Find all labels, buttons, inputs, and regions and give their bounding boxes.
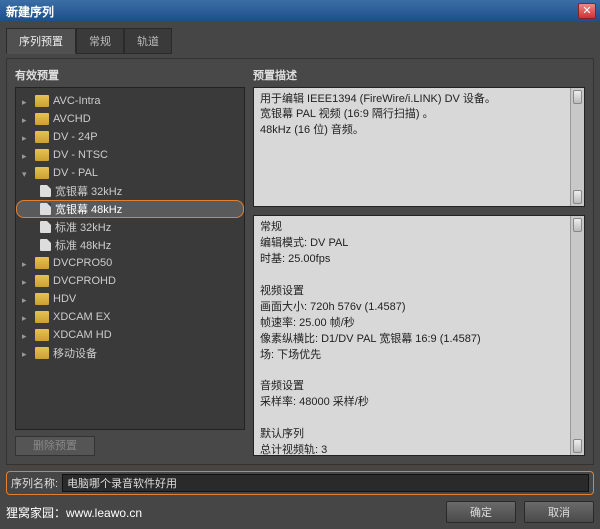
tree-folder[interactable]: DV - NTSC: [16, 146, 244, 164]
frame-rate: 帧速率: 25.00 帧/秒: [260, 316, 578, 332]
tree-item-label: AVCHD: [53, 113, 91, 125]
preset-tree[interactable]: AVC-Intra AVCHD DV - 24P DV - NTSC DV - PAL 宽…: [15, 87, 245, 430]
tree-folder[interactable]: DVCPROHD: [16, 272, 244, 290]
tab-general[interactable]: 常规: [76, 28, 124, 54]
tree-folder[interactable]: DVCPRO50: [16, 254, 244, 272]
preset-icon: [40, 221, 51, 233]
watermark-url: www.leawo.cn: [66, 506, 142, 520]
tree-folder[interactable]: 移动设备: [16, 344, 244, 362]
tree-folder[interactable]: AVC-Intra: [16, 92, 244, 110]
dialog-buttons: 确定 取消: [446, 501, 594, 523]
video-tracks: 总计视频轨: 3: [260, 443, 578, 456]
tree-folder[interactable]: XDCAM EX: [16, 308, 244, 326]
expand-arrow-icon[interactable]: [22, 114, 32, 124]
details-box: 常规 编辑模式: DV PAL 时基: 25.00fps 视频设置 画面大小: …: [253, 215, 585, 456]
cancel-button[interactable]: 取消: [524, 501, 594, 523]
general-head: 常规: [260, 220, 578, 236]
tree-item-label: AVC-Intra: [53, 95, 100, 107]
tree-item-label: 宽银幕 48kHz: [55, 201, 122, 217]
expand-arrow-icon[interactable]: [22, 348, 32, 358]
folder-icon: [35, 131, 49, 143]
sequence-name-input[interactable]: [62, 474, 589, 492]
tree-preset[interactable]: 标准 32kHz: [16, 218, 244, 236]
expand-arrow-icon[interactable]: [22, 294, 32, 304]
expand-arrow-icon[interactable]: [22, 276, 32, 286]
folder-icon: [35, 293, 49, 305]
expand-arrow-icon[interactable]: [22, 150, 32, 160]
timebase: 时基: 25.00fps: [260, 252, 578, 268]
tree-item-label: XDCAM HD: [53, 329, 112, 341]
tab-preset[interactable]: 序列预置: [6, 28, 76, 54]
tree-folder[interactable]: DV - PAL: [16, 164, 244, 182]
folder-icon: [35, 113, 49, 125]
preset-icon: [40, 185, 51, 197]
available-presets-label: 有效预置: [15, 67, 245, 83]
tree-item-label: DV - 24P: [53, 131, 98, 143]
main-area: 有效预置 AVC-Intra AVCHD DV - 24P DV - NTSC DV -…: [6, 58, 594, 465]
frame-size: 画面大小: 720h 576v (1.4587): [260, 300, 578, 316]
pixel-aspect: 像素纵横比: D1/DV PAL 宽银幕 16:9 (1.4587): [260, 332, 578, 348]
titlebar: 新建序列 ✕: [0, 0, 600, 22]
video-head: 视频设置: [260, 284, 578, 300]
window-body: 序列预置 常规 轨道 有效预置 AVC-Intra AVCHD DV - 24P DV…: [0, 22, 600, 529]
tree-preset[interactable]: 宽银幕 32kHz: [16, 182, 244, 200]
preset-description-label: 预置描述: [253, 67, 585, 83]
sequence-name-label: 序列名称:: [11, 475, 58, 491]
tree-item-label: HDV: [53, 293, 76, 305]
close-button[interactable]: ✕: [578, 3, 596, 19]
expand-arrow-icon[interactable]: [22, 132, 32, 142]
folder-icon: [35, 311, 49, 323]
tree-folder[interactable]: HDV: [16, 290, 244, 308]
expand-arrow-icon[interactable]: [22, 258, 32, 268]
tree-item-label: DV - NTSC: [53, 149, 108, 161]
window-title: 新建序列: [4, 3, 578, 20]
tree-item-label: DV - PAL: [53, 167, 98, 179]
tree-item-label: DVCPRO50: [53, 257, 112, 269]
expand-arrow-icon[interactable]: [22, 330, 32, 340]
desc-line: 宽银幕 PAL 视频 (16:9 隔行扫描) 。: [260, 107, 578, 122]
right-panel: 预置描述 用于编辑 IEEE1394 (FireWire/i.LINK) DV …: [253, 67, 585, 456]
sequence-name-row: 序列名称:: [6, 471, 594, 495]
expand-arrow-icon[interactable]: [22, 96, 32, 106]
sample-rate: 采样率: 48000 采样/秒: [260, 395, 578, 411]
footer: 狸窝家园：www.leawo.cn 确定 取消: [6, 501, 594, 523]
scrollbar[interactable]: [570, 216, 584, 455]
folder-icon: [35, 329, 49, 341]
expand-arrow-icon[interactable]: [22, 168, 32, 178]
field-order: 场: 下场优先: [260, 348, 578, 364]
desc-line: 48kHz (16 位) 音频。: [260, 123, 578, 138]
folder-icon: [35, 275, 49, 287]
description-box: 用于编辑 IEEE1394 (FireWire/i.LINK) DV 设备。 宽…: [253, 87, 585, 207]
tree-folder[interactable]: DV - 24P: [16, 128, 244, 146]
tree-folder[interactable]: AVCHD: [16, 110, 244, 128]
tab-bar: 序列预置 常规 轨道: [6, 28, 594, 54]
preset-icon: [40, 203, 51, 215]
tree-item-label: 标准 32kHz: [55, 219, 111, 235]
audio-head: 音频设置: [260, 379, 578, 395]
preset-icon: [40, 239, 51, 251]
tree-preset[interactable]: 标准 48kHz: [16, 236, 244, 254]
tree-item-label: DVCPROHD: [53, 275, 116, 287]
tree-item-label: XDCAM EX: [53, 311, 110, 323]
tab-tracks[interactable]: 轨道: [124, 28, 172, 54]
expand-arrow-icon[interactable]: [22, 312, 32, 322]
seq-head: 默认序列: [260, 427, 578, 443]
folder-icon: [35, 257, 49, 269]
left-panel: 有效预置 AVC-Intra AVCHD DV - 24P DV - NTSC DV -…: [15, 67, 245, 456]
scrollbar[interactable]: [570, 88, 584, 206]
tree-item-label: 移动设备: [53, 345, 97, 361]
desc-line: 用于编辑 IEEE1394 (FireWire/i.LINK) DV 设备。: [260, 92, 578, 107]
folder-icon: [35, 347, 49, 359]
ok-button[interactable]: 确定: [446, 501, 516, 523]
tree-item-label: 标准 48kHz: [55, 237, 111, 253]
delete-preset-button: 删除预置: [15, 436, 95, 456]
watermark: 狸窝家园：www.leawo.cn: [6, 504, 142, 521]
tree-item-label: 宽银幕 32kHz: [55, 183, 122, 199]
edit-mode: 编辑模式: DV PAL: [260, 236, 578, 252]
tree-preset[interactable]: 宽银幕 48kHz: [16, 200, 244, 218]
folder-icon: [35, 95, 49, 107]
tree-folder[interactable]: XDCAM HD: [16, 326, 244, 344]
folder-icon: [35, 167, 49, 179]
folder-icon: [35, 149, 49, 161]
